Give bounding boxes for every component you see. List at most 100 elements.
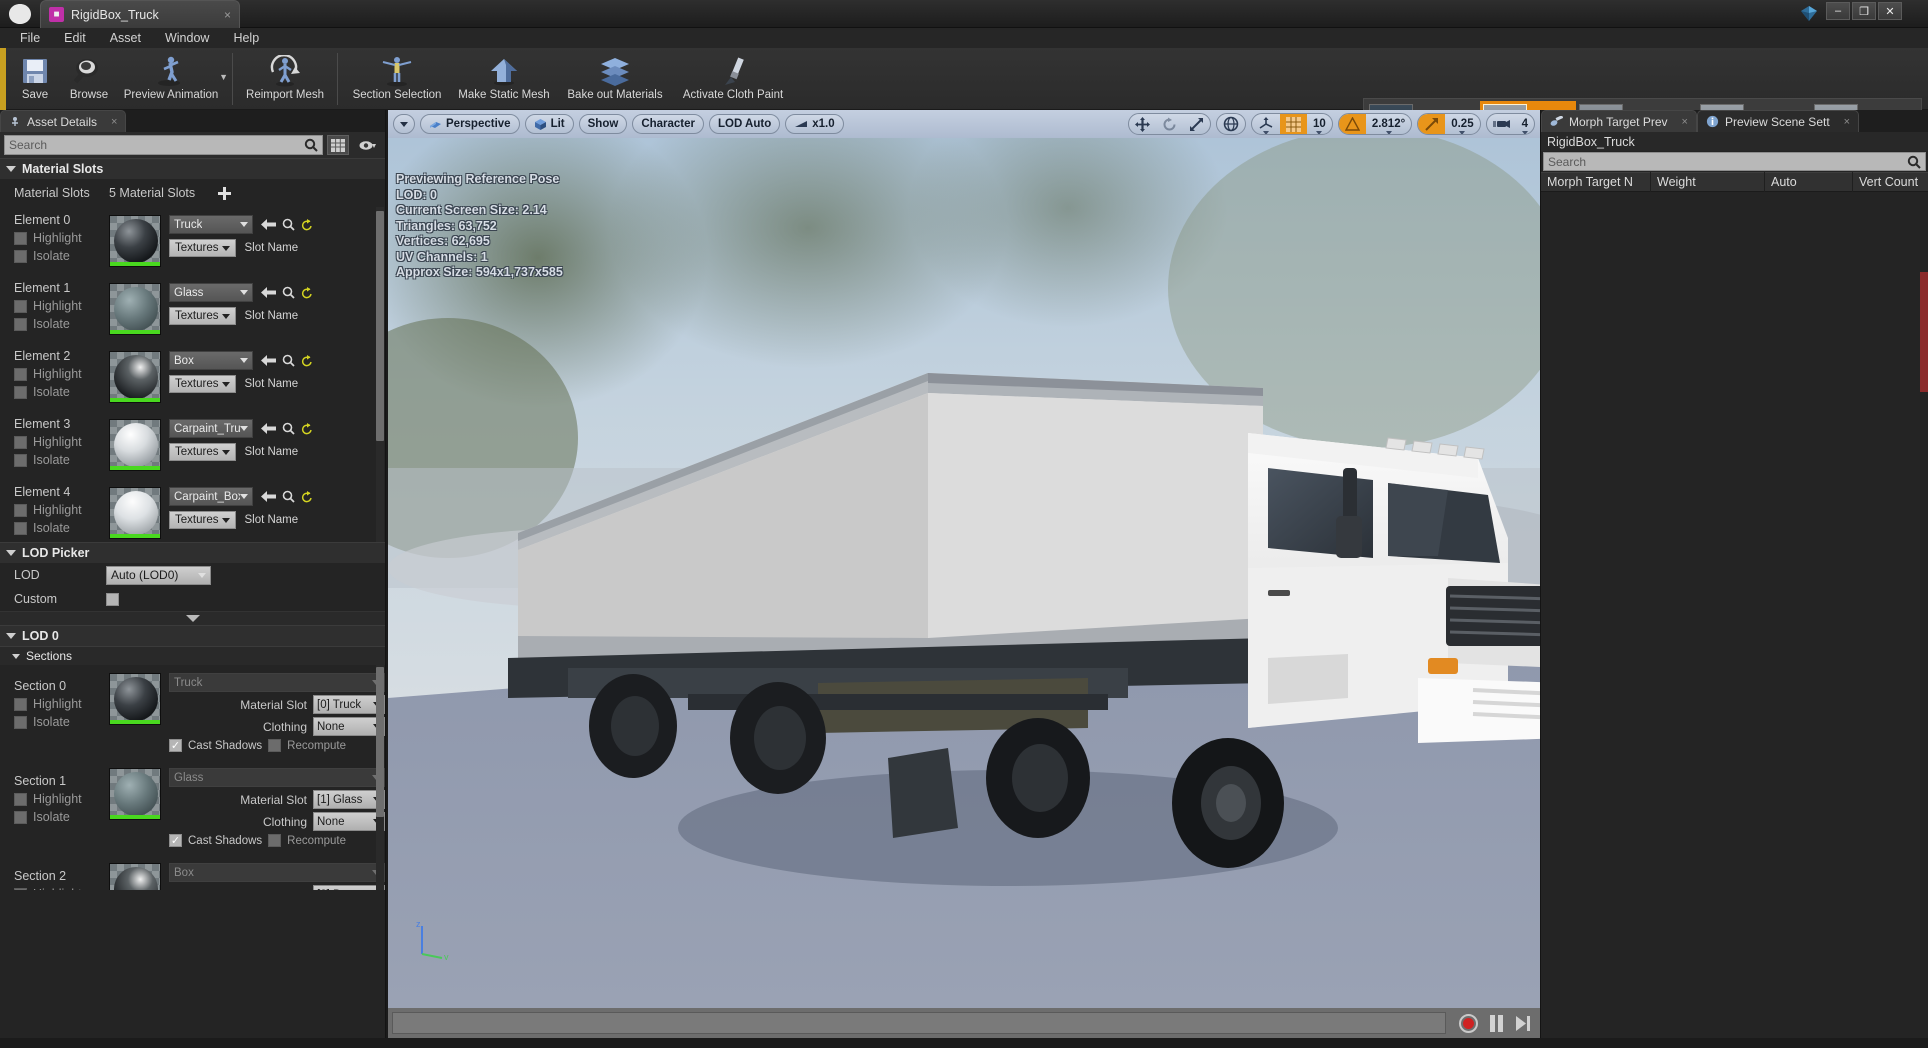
perspective-button[interactable]: Perspective [420,114,520,134]
cast-shadows-checkbox[interactable]: ✓ [169,834,182,847]
animation-timeline[interactable] [392,1012,1446,1034]
column-vert-count[interactable]: Vert Count [1853,172,1928,192]
highlight-row[interactable]: Highlight [14,435,105,449]
column-weight[interactable]: Weight [1651,172,1765,192]
textures-button[interactable]: Textures [169,443,236,461]
material-select[interactable]: Truck [169,215,253,234]
right-panel-scrollbar[interactable] [1920,272,1928,392]
highlight-row[interactable]: Highlight [14,299,105,313]
menu-item-asset[interactable]: Asset [98,29,153,47]
material-select[interactable]: Glass [169,283,253,302]
minimize-button[interactable]: – [1826,2,1850,20]
recompute-tangent-checkbox[interactable] [268,834,281,847]
show-button[interactable]: Show [579,114,628,134]
browse-to-asset-icon[interactable] [282,218,295,231]
section-preview-thumbnail[interactable] [109,768,161,820]
angle-snap-icon[interactable] [1339,113,1366,135]
camera-speed-icon[interactable] [1487,113,1516,135]
section-preview-thumbnail[interactable] [109,673,161,725]
highlight-checkbox[interactable] [14,888,27,891]
menu-item-help[interactable]: Help [221,29,271,47]
material-slot-select[interactable]: [1] Glass [313,790,385,809]
isolate-checkbox[interactable] [14,250,27,263]
highlight-row[interactable]: Highlight [14,697,105,711]
plus-icon[interactable] [217,186,232,201]
highlight-checkbox[interactable] [14,232,27,245]
record-button[interactable] [1459,1014,1478,1033]
make-static-mesh-button[interactable]: Make Static Mesh [450,50,558,107]
morph-search-input[interactable] [1548,155,1907,169]
close-icon[interactable]: × [1844,116,1850,128]
grid-snap-icon[interactable] [1280,113,1307,135]
search-input[interactable] [9,138,318,152]
mesh-viewport[interactable]: Perspective Lit Show Character LOD Auto [388,110,1540,1038]
highlight-row[interactable]: Highlight [14,367,105,381]
close-icon[interactable]: × [111,116,117,128]
rotation-snap-value[interactable]: 2.812° [1366,113,1411,135]
highlight-checkbox[interactable] [14,793,27,806]
browse-to-asset-icon[interactable] [282,354,295,367]
isolate-checkbox[interactable] [14,386,27,399]
tab-asset-details[interactable]: Asset Details × [0,110,126,132]
use-selected-asset-icon[interactable] [261,422,276,435]
browse-to-asset-icon[interactable] [282,490,295,503]
morph-search-wrap[interactable] [1543,152,1926,171]
pause-button[interactable] [1490,1015,1503,1032]
rotate-icon[interactable] [1156,113,1183,135]
grid-snap-value[interactable]: 10 [1307,113,1332,135]
lod-picker-section-header[interactable]: LOD Picker [0,542,385,563]
search-input-wrap[interactable] [4,135,323,155]
reset-to-default-icon[interactable] [301,423,313,435]
highlight-row[interactable]: Highlight [14,792,105,806]
isolate-checkbox[interactable] [14,522,27,535]
isolate-checkbox[interactable] [14,811,27,824]
activate-cloth-paint-button[interactable]: Activate Cloth Paint [672,50,794,107]
use-selected-asset-icon[interactable] [261,286,276,299]
material-preview-thumbnail[interactable] [109,215,161,267]
section-selection-button[interactable]: Section Selection [344,50,450,107]
close-icon[interactable]: × [1682,116,1688,128]
highlight-row[interactable]: Highlight [14,231,105,245]
scale-snap-value[interactable]: 0.25 [1445,113,1479,135]
isolate-row[interactable]: Isolate [14,249,105,263]
browse-to-asset-icon[interactable] [282,286,295,299]
highlight-row[interactable]: Highlight [14,887,105,890]
recompute-tangent-checkbox[interactable] [268,739,281,752]
material-preview-thumbnail[interactable] [109,283,161,335]
reset-to-default-icon[interactable] [301,491,313,503]
material-preview-thumbnail[interactable] [109,351,161,403]
bake-out-materials-button[interactable]: Bake out Materials [558,50,672,107]
camera-speed-value[interactable]: 4 [1516,113,1534,135]
cast-shadows-checkbox[interactable]: ✓ [169,739,182,752]
viewport-options-button[interactable] [393,114,415,134]
tab-preview-scene-settings[interactable]: Preview Scene Sett × [1697,110,1859,132]
use-selected-asset-icon[interactable] [261,218,276,231]
highlight-checkbox[interactable] [14,436,27,449]
reimport-mesh-button[interactable]: Reimport Mesh [239,50,331,107]
maximize-button[interactable]: ❐ [1852,2,1876,20]
textures-button[interactable]: Textures [169,307,236,325]
close-icon[interactable]: × [210,8,231,22]
material-select[interactable]: Box [169,351,253,370]
isolate-row[interactable]: Isolate [14,521,105,535]
chevron-down-icon[interactable]: ▼ [219,72,228,82]
asset-tab[interactable]: ■ RigidBox_Truck × [40,0,240,28]
close-button[interactable]: ✕ [1878,2,1902,20]
isolate-checkbox[interactable] [14,454,27,467]
browse-to-asset-icon[interactable] [282,422,295,435]
search-icon[interactable] [304,138,318,152]
material-slots-scrollbar[interactable] [376,207,384,542]
scale-icon[interactable] [1183,113,1210,135]
highlight-checkbox[interactable] [14,368,27,381]
material-slot-select[interactable]: [2] Box [313,885,385,890]
isolate-row[interactable]: Isolate [14,715,105,729]
reset-to-default-icon[interactable] [301,287,313,299]
highlight-checkbox[interactable] [14,504,27,517]
menu-item-window[interactable]: Window [153,29,221,47]
lod-select[interactable]: Auto (LOD0) [106,566,211,585]
isolate-checkbox[interactable] [14,716,27,729]
lod-auto-button[interactable]: LOD Auto [709,114,780,134]
isolate-row[interactable]: Isolate [14,385,105,399]
step-forward-button[interactable] [1515,1015,1531,1032]
material-preview-thumbnail[interactable] [109,487,161,539]
